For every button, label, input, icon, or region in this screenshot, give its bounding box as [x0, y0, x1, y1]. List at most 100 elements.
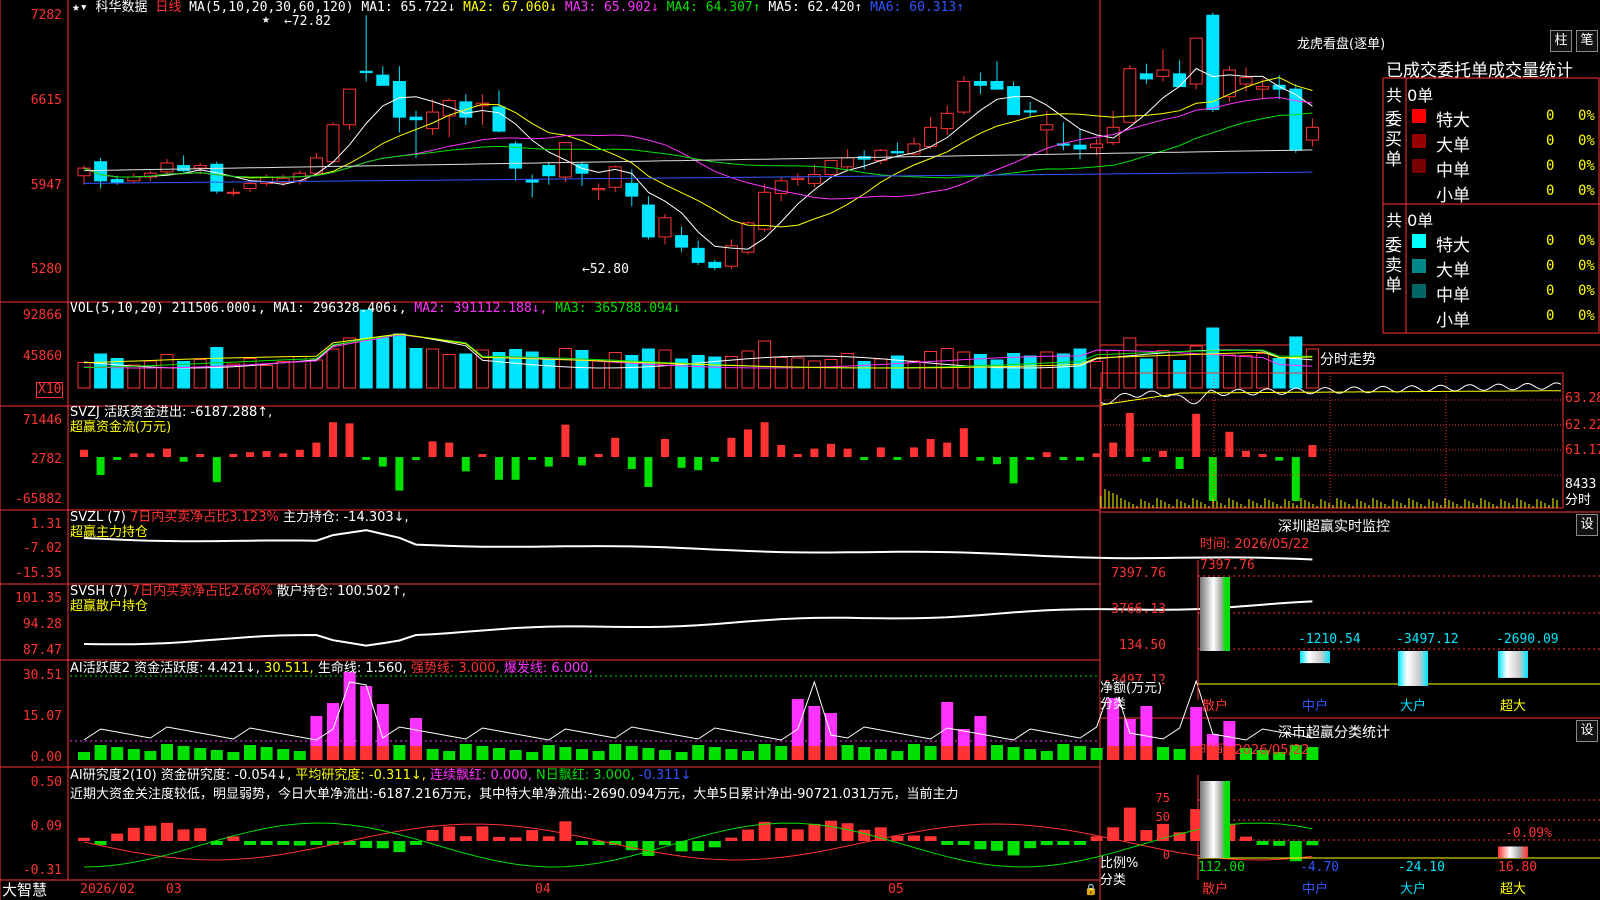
ai1-bar-37	[692, 745, 705, 760]
candle-63[interactable]	[1123, 64, 1137, 123]
date-label-1: 03	[166, 882, 182, 897]
candle-3[interactable]	[127, 173, 141, 184]
candle-33[interactable]	[625, 169, 639, 207]
candle-49[interactable]	[890, 142, 904, 156]
svzj-bar-52	[943, 442, 952, 457]
candle-5[interactable]	[160, 159, 174, 176]
lock-icon[interactable]: 🔒	[1084, 882, 1098, 898]
candle-60[interactable]	[1073, 128, 1087, 160]
monitor-cat-3: 超大	[1500, 699, 1527, 714]
ai1-d: 强势线: 3.000,	[410, 661, 500, 676]
svzj-bar-48	[876, 447, 885, 457]
candle-24[interactable]	[475, 94, 489, 125]
buy-swatch-0	[1412, 109, 1426, 123]
svzl-mid: 7日内买卖净占比3.123%	[129, 510, 279, 525]
candle-11[interactable]	[260, 174, 274, 186]
candle-74[interactable]	[1305, 118, 1319, 147]
fenshi-axis-0: 63.28	[1565, 391, 1600, 406]
vol-bar-12	[276, 361, 290, 389]
candle-43[interactable]	[791, 173, 805, 186]
stock-name[interactable]: 科华数据	[95, 0, 147, 15]
candle-37[interactable]	[691, 240, 705, 265]
svzj-axis-0: 71446	[22, 413, 62, 428]
candle-65[interactable]	[1156, 49, 1170, 82]
ai2-bar-63	[1123, 807, 1136, 841]
sell-row-2: 中单 0 0%	[1410, 281, 1600, 306]
candle-13[interactable]	[293, 170, 307, 185]
svsh-axis-0: 101.35	[15, 591, 62, 606]
candle-20[interactable]	[409, 110, 423, 158]
candle-56[interactable]	[1007, 81, 1021, 116]
candle-28[interactable]	[542, 161, 556, 185]
buy-total: 共 0单	[1386, 86, 1434, 105]
monitor-settings-button[interactable]: 设	[1576, 514, 1598, 536]
candle-59[interactable]	[1056, 122, 1070, 151]
classify-axis-0: 75	[1155, 791, 1170, 805]
candle-41[interactable]	[758, 183, 772, 232]
chart-canvas[interactable]	[0, 0, 1600, 900]
candle-36[interactable]	[675, 226, 689, 253]
vol-bar-31	[592, 360, 606, 389]
candle-57[interactable]	[1023, 101, 1037, 118]
candle-61[interactable]	[1090, 138, 1104, 156]
candle-39[interactable]	[724, 239, 738, 269]
candle-17[interactable]	[359, 15, 373, 82]
ai1-base-63	[1123, 746, 1136, 760]
sell-swatch-1	[1412, 259, 1426, 273]
ai1-bar-33	[625, 746, 638, 760]
ai1-base-17	[360, 746, 373, 760]
candle-62[interactable]	[1106, 110, 1120, 146]
candle-46[interactable]	[841, 148, 855, 171]
candle-53[interactable]	[957, 76, 971, 115]
candle-44[interactable]	[807, 164, 821, 188]
vol-bar-33	[625, 355, 639, 389]
candle-70[interactable]	[1239, 67, 1253, 92]
candle-16[interactable]	[343, 88, 357, 130]
ai1-bar-49	[891, 751, 904, 760]
buy-row-1: 大单 0 0%	[1410, 131, 1600, 156]
bar-mode-button[interactable]: 柱	[1550, 30, 1572, 52]
candle-55[interactable]	[990, 61, 1004, 90]
fenshi-title[interactable]: 分时走势	[1320, 349, 1376, 369]
vol-bar-16	[343, 337, 357, 389]
candle-22[interactable]	[442, 98, 456, 138]
ai2-c: 连续飘红: 0.000,	[430, 768, 532, 783]
candle-15[interactable]	[326, 122, 340, 164]
candle-10[interactable]	[243, 180, 257, 193]
candle-45[interactable]	[824, 159, 838, 178]
candle-27[interactable]	[525, 174, 539, 198]
candle-66[interactable]	[1173, 59, 1187, 88]
candle-31[interactable]	[592, 183, 606, 200]
candle-34[interactable]	[641, 196, 655, 240]
fenshi-axis-2: 61.17	[1565, 443, 1600, 458]
candle-54[interactable]	[973, 72, 987, 95]
fenshi-vol-label: 8433	[1565, 477, 1597, 492]
period-label[interactable]: 日线	[155, 0, 181, 15]
candle-42[interactable]	[774, 177, 788, 202]
candle-68[interactable]	[1206, 12, 1220, 113]
classify-settings-button[interactable]: 设	[1576, 720, 1598, 742]
vol-bar-43	[791, 357, 805, 389]
candle-52[interactable]	[940, 105, 954, 135]
candle-38[interactable]	[708, 259, 722, 270]
candle-40[interactable]	[741, 221, 755, 255]
candle-21[interactable]	[426, 99, 440, 135]
candle-30[interactable]	[575, 161, 589, 186]
tick-mode-button[interactable]: 笔	[1576, 30, 1598, 52]
vol-bar-73	[1289, 336, 1303, 389]
candle-14[interactable]	[309, 152, 323, 176]
svzj-bar-33	[627, 457, 636, 469]
vol-bar-50	[907, 360, 921, 389]
classify-xlabel: 分类	[1100, 873, 1127, 888]
svzj-bar-57	[1026, 457, 1035, 460]
candle-35[interactable]	[658, 213, 672, 245]
candle-18[interactable]	[376, 66, 390, 86]
candle-64[interactable]	[1139, 63, 1153, 85]
vol-bar-34	[641, 348, 655, 389]
candle-25[interactable]	[492, 90, 506, 133]
ai1-bar-21	[426, 749, 439, 760]
candle-8[interactable]	[210, 161, 224, 194]
candle-67[interactable]	[1189, 37, 1203, 90]
ai2-bar-45	[825, 820, 837, 841]
candle-9[interactable]	[226, 188, 240, 197]
